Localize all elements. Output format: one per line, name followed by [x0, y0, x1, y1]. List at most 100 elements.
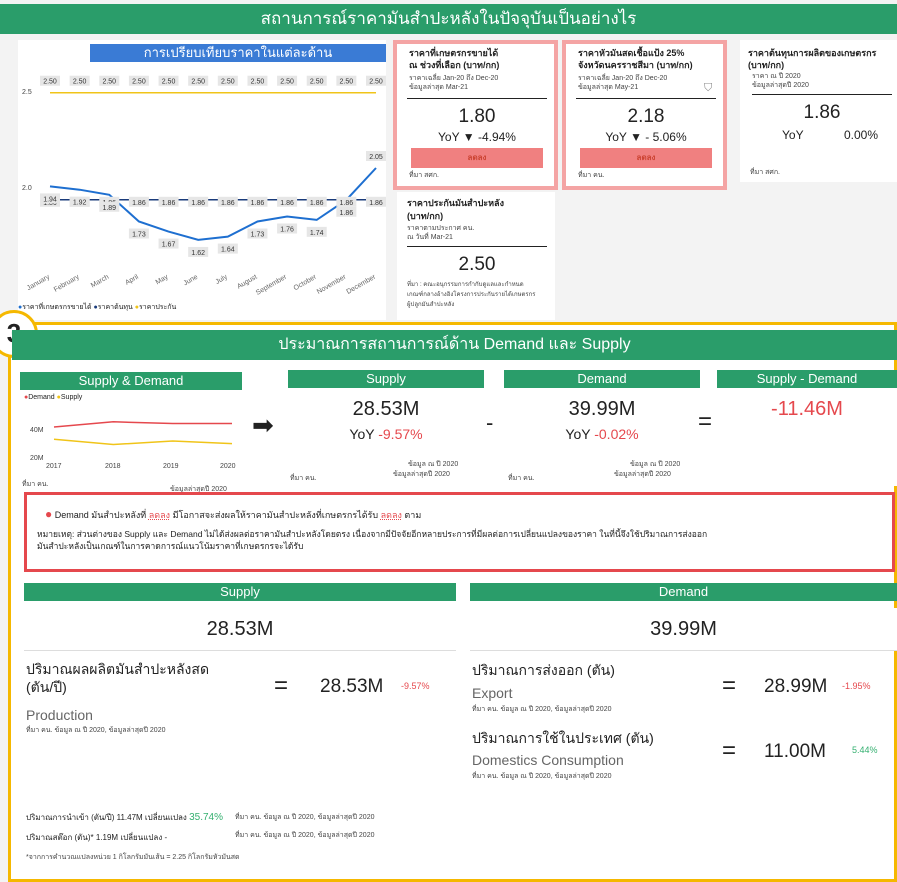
kpi-cost-card[interactable]: ราคาต้นทุนการผลิตของเกษตรกร (บาท/กก) ราค… [740, 40, 897, 182]
kpi2-value: 2.18 [627, 106, 665, 127]
kpi3-title2: (บาท/กก) [748, 60, 785, 70]
kpi-fresh-root-price-card[interactable]: ราคาหัวมันสดเชื้อแป้ง 25% จังหวัดนครราชส… [562, 40, 727, 190]
kpi4-source: ที่มา : คณะอนุกรรมการกำกับดูแลและกำหนด เก… [407, 282, 536, 308]
guarantee-label-4: 2.50 [158, 75, 179, 86]
svg-text:1.86: 1.86 [280, 200, 294, 207]
farm-label-1: 1.92 [69, 196, 90, 207]
x-tick-january: January [26, 273, 51, 292]
supply-footnote: *จากการคำนวณแปลงหน่วย 1 กิโลกรัมมันเส้น … [26, 854, 240, 861]
cost-label-7: 1.86 [247, 196, 268, 207]
guarantee-label-1: 2.50 [69, 75, 90, 86]
legend-farm-price: ●ราคาที่เกษตรกรขายได้ [18, 304, 92, 311]
cost-label-6: 1.86 [217, 196, 238, 207]
svg-text:1.86: 1.86 [191, 200, 205, 207]
supply-prod-source: ที่มา คน. ข้อมูล ณ ปี 2020, ข้อมูลล่าสุด… [26, 727, 166, 734]
svg-text:1.76: 1.76 [280, 227, 294, 234]
svg-text:1.73: 1.73 [251, 232, 265, 239]
sd-demand-note: ข้อมูล ณ ปี 2020 [630, 461, 681, 468]
filter-icon[interactable]: ⛉ [704, 82, 712, 95]
svg-text:1.86: 1.86 [340, 200, 354, 207]
guarantee-label-11: 2.50 [366, 75, 386, 86]
legend-guarantee-price: ●ราคาประกัน [134, 304, 177, 311]
guarantee-label-3: 2.50 [128, 75, 149, 86]
farm-label-6: 1.64 [217, 243, 238, 254]
equal-operator: = [698, 408, 713, 435]
demand-export-change: -1.95% [842, 681, 871, 691]
svg-text:2.50: 2.50 [132, 79, 146, 86]
kpi3-note1: ราคา ณ ปี 2020 [752, 73, 801, 80]
sd-supply-source: ที่มา คน. [290, 475, 317, 482]
x-tick-june: June [183, 274, 200, 288]
farm-label-4: 1.67 [158, 238, 179, 249]
sd-supply-title: Supply [288, 370, 484, 388]
sd-mini-source: ที่มา คน. [22, 481, 49, 488]
guarantee-label-5: 2.50 [188, 75, 209, 86]
x-tick-april: April [124, 273, 140, 286]
demand-total: 39.99M [470, 608, 897, 651]
sd-mini-x-2017: 2017 [46, 463, 62, 470]
svg-text:1.86: 1.86 [162, 200, 176, 207]
svg-text:2.50: 2.50 [251, 79, 265, 86]
kpi3-title: ราคาต้นทุนการผลิตของเกษตรกร [748, 48, 877, 58]
kpi2-title: ราคาหัวมันสดเชื้อแป้ง 25% [578, 48, 685, 58]
sd-mini-x-2018: 2018 [105, 463, 121, 470]
svg-text:2.05: 2.05 [369, 154, 383, 161]
supply-equal: = [274, 672, 289, 699]
demand-export-equal: = [722, 672, 737, 699]
sd-demand-value: 39.99M [568, 398, 636, 420]
notice-box: ● Demand มันสำปะหลังที่ ลดลง มีโอกาสจะส่… [24, 492, 895, 572]
sd-demand-card: Demand 39.99M YoY -0.02% ข้อมูล ณ ปี 202… [504, 370, 700, 486]
supply-detail-title: Supply [24, 583, 456, 601]
x-tick-february: February [53, 273, 81, 293]
sd-title: ประมาณการสถานการณ์ด้าน Demand และ Supply [12, 330, 897, 360]
kpi1-note2: ข้อมูลล่าสุด Mar-21 [409, 84, 469, 91]
demand-export-en: Export [472, 685, 513, 701]
supply-import-source: ที่มา คน. ข้อมูล ณ ปี 2020, ข้อมูลล่าสุด… [235, 814, 375, 821]
x-tick-october: October [293, 273, 319, 292]
sd-mini-chart-panel: Supply & Demand ●Demand ●Supply 40M 20M … [20, 370, 244, 496]
notice-line-1: ● Demand มันสำปะหลังที่ ลดลง มีโอกาสจะส่… [45, 507, 422, 521]
kpi2-yoy: YoY ▼ - 5.06% [605, 130, 687, 144]
sd-diff-title: Supply - Demand [717, 370, 897, 388]
kpi4-note2: ณ วันที่ Mar-21 [407, 234, 453, 241]
kpi-farm-price-card[interactable]: ราคาที่เกษตรกรขายได้ ณ ช่วงที่เลือก (บาท… [393, 40, 558, 190]
farm-label-2: 1.89 [99, 201, 120, 212]
svg-text:1.86: 1.86 [221, 200, 235, 207]
kpi2-status-badge: ลดลง [580, 148, 712, 168]
x-tick-march: March [90, 274, 110, 290]
farm-label-10: 1.86 [336, 206, 357, 217]
svg-text:1.62: 1.62 [191, 250, 205, 257]
kpi1-source: ที่มา สศก. [409, 172, 440, 179]
kpi-guarantee-card[interactable]: ราคาประกันมันสำปะหลัง (บาท/กก) ราคาตามปร… [397, 192, 555, 320]
svg-text:2.50: 2.50 [221, 79, 235, 86]
svg-text:2.50: 2.50 [191, 79, 205, 86]
sd-supply-note: ข้อมูล ณ ปี 2020 [408, 461, 459, 468]
sd-demand-yoy: YoY -0.02% [565, 426, 639, 442]
kpi2-source: ที่มา คน. [578, 172, 605, 179]
sd-supply-value: 28.53M [352, 398, 420, 420]
kpi1-title2: ณ ช่วงที่เลือก (บาท/กก) [409, 60, 500, 70]
x-tick-may: May [155, 273, 170, 286]
svg-text:1.67: 1.67 [162, 242, 176, 249]
kpi3-yoy-label: YoY [782, 128, 804, 142]
supply-import-row: ปริมาณการนำเข้า (ตัน/ปี) 11.47M เปลี่ยนแ… [26, 812, 223, 823]
x-tick-december: December [346, 273, 378, 296]
sd-mini-line-supply [53, 438, 233, 446]
demand-export-label: ปริมาณการส่งออก (ตัน) [472, 662, 615, 678]
sd-mini-x-2020: 2020 [220, 463, 236, 470]
cost-label-3: 1.86 [128, 196, 149, 207]
minus-operator: - [486, 410, 494, 435]
supply-prod-change: -9.57% [401, 681, 430, 691]
svg-text:2.50: 2.50 [280, 79, 294, 86]
sd-diff-value: -11.46M [771, 398, 843, 420]
svg-text:1.64: 1.64 [221, 247, 235, 254]
kpi3-yoy: 0.00% [844, 128, 879, 142]
cost-label-5: 1.86 [188, 196, 209, 207]
arrow-right-icon: ➡ [252, 410, 274, 440]
farm-label-11: 2.05 [366, 151, 386, 161]
sd-supply-yoy: YoY -9.57% [349, 426, 423, 442]
kpi1-title: ราคาที่เกษตรกรขายได้ [409, 48, 499, 58]
svg-text:1.92: 1.92 [73, 200, 87, 207]
kpi1-value: 1.80 [458, 106, 496, 127]
demand-export-source: ที่มา คน. ข้อมูล ณ ปี 2020, ข้อมูลล่าสุด… [472, 706, 612, 713]
